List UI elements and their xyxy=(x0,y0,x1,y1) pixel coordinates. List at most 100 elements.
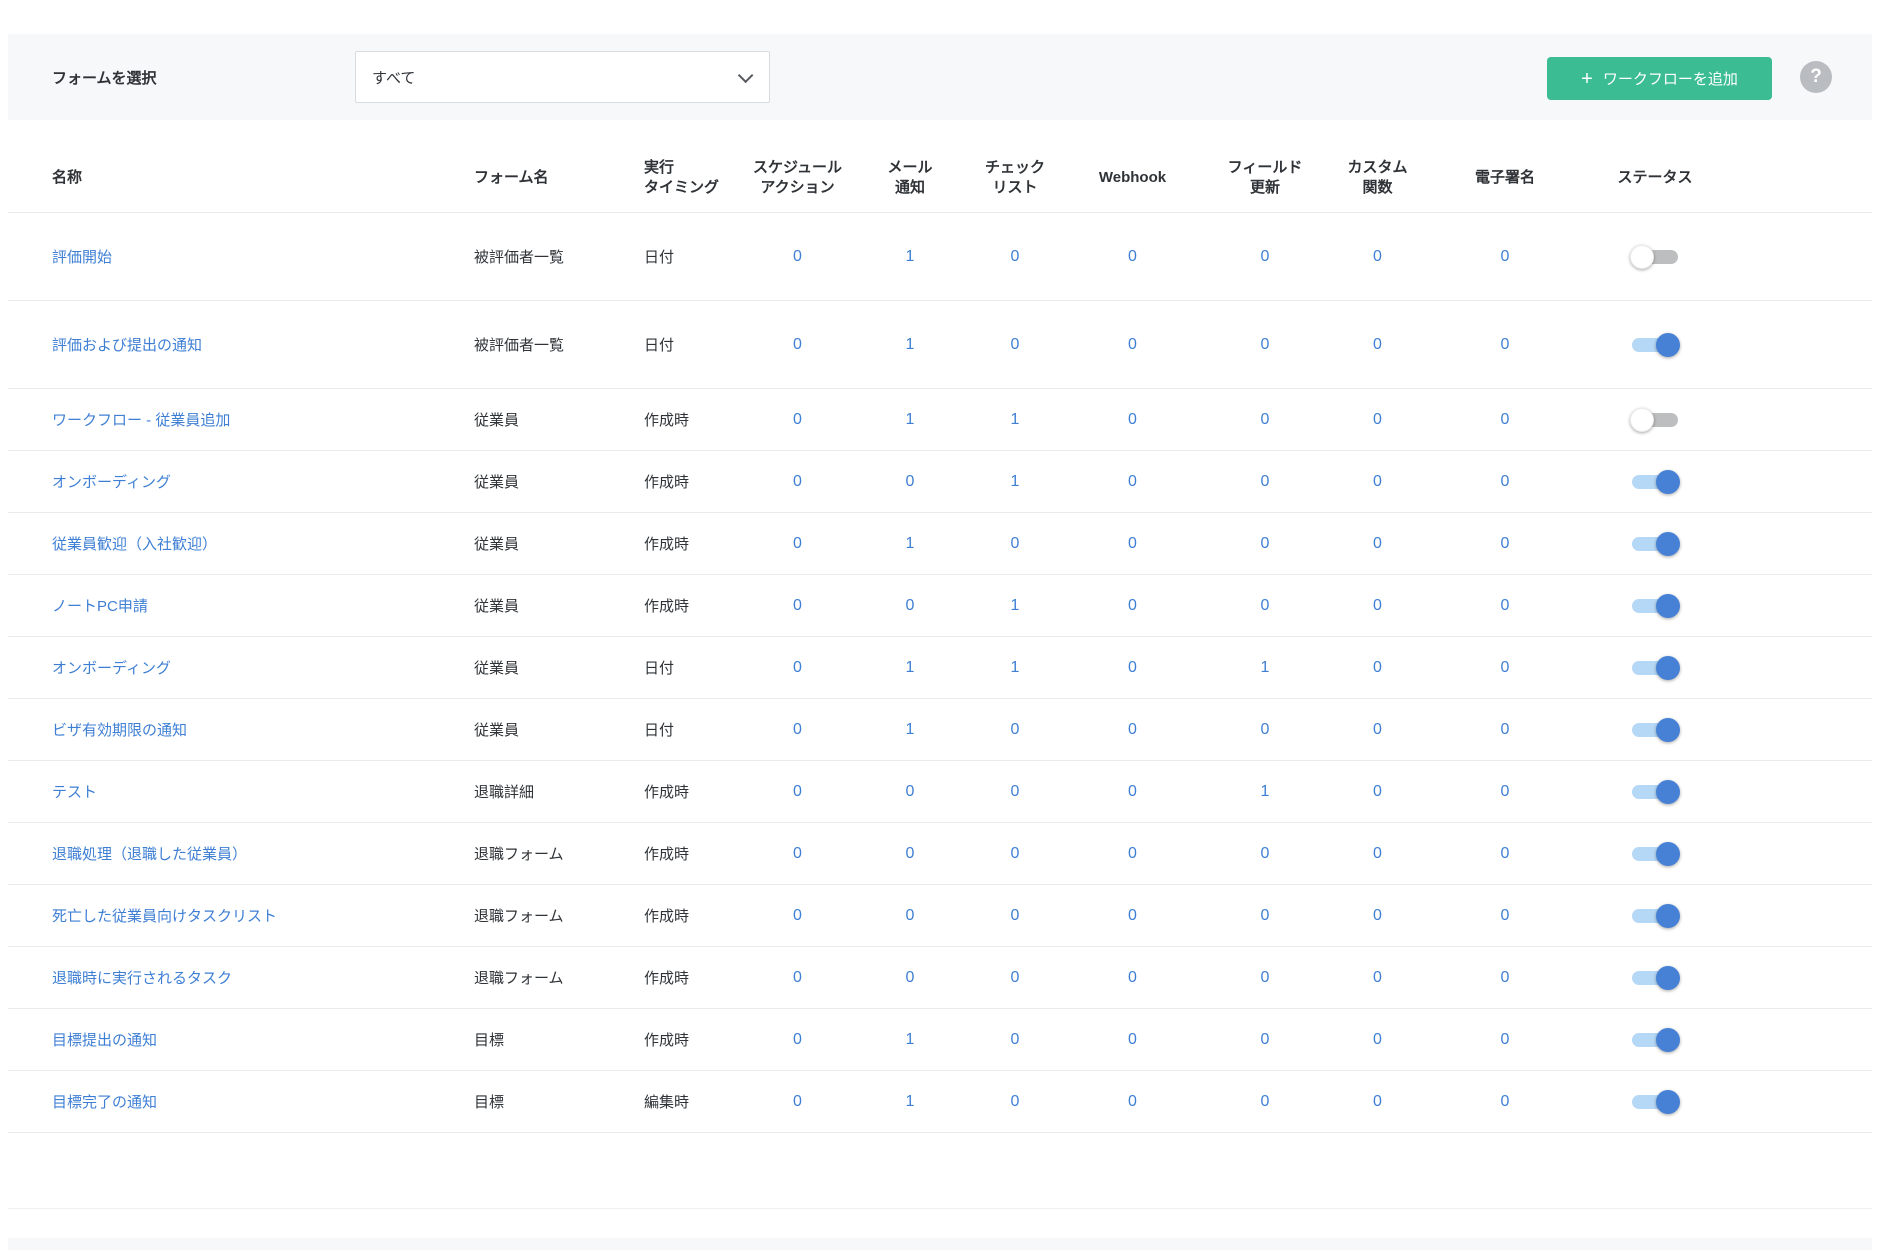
field-update-count[interactable]: 0 xyxy=(1261,248,1270,265)
mail-count[interactable]: 1 xyxy=(906,1093,915,1110)
field-update-count[interactable]: 0 xyxy=(1261,845,1270,862)
help-icon[interactable]: ? xyxy=(1800,61,1832,93)
webhook-count[interactable]: 0 xyxy=(1128,659,1137,676)
schedule-action-count[interactable]: 0 xyxy=(793,1031,802,1048)
status-toggle[interactable] xyxy=(1632,780,1678,804)
checklist-count[interactable]: 0 xyxy=(1011,969,1020,986)
webhook-count[interactable]: 0 xyxy=(1128,411,1137,428)
esign-count[interactable]: 0 xyxy=(1501,535,1510,552)
schedule-action-count[interactable]: 0 xyxy=(793,721,802,738)
mail-count[interactable]: 0 xyxy=(906,845,915,862)
status-toggle[interactable] xyxy=(1632,470,1678,494)
add-workflow-button[interactable]: + ワークフローを追加 xyxy=(1547,57,1772,100)
workflow-name-link[interactable]: ノートPC申請 xyxy=(52,598,148,615)
status-toggle[interactable] xyxy=(1632,594,1678,618)
custom-fn-count[interactable]: 0 xyxy=(1373,535,1382,552)
field-update-count[interactable]: 0 xyxy=(1261,1093,1270,1110)
status-toggle[interactable] xyxy=(1632,718,1678,742)
custom-fn-count[interactable]: 0 xyxy=(1373,248,1382,265)
webhook-count[interactable]: 0 xyxy=(1128,597,1137,614)
custom-fn-count[interactable]: 0 xyxy=(1373,1093,1382,1110)
esign-count[interactable]: 0 xyxy=(1501,969,1510,986)
schedule-action-count[interactable]: 0 xyxy=(793,336,802,353)
webhook-count[interactable]: 0 xyxy=(1128,1031,1137,1048)
webhook-count[interactable]: 0 xyxy=(1128,473,1137,490)
schedule-action-count[interactable]: 0 xyxy=(793,248,802,265)
status-toggle[interactable] xyxy=(1632,1028,1678,1052)
webhook-count[interactable]: 0 xyxy=(1128,907,1137,924)
status-toggle[interactable] xyxy=(1632,904,1678,928)
workflow-name-link[interactable]: 目標完了の通知 xyxy=(52,1094,157,1111)
mail-count[interactable]: 1 xyxy=(906,721,915,738)
status-toggle[interactable] xyxy=(1632,842,1678,866)
schedule-action-count[interactable]: 0 xyxy=(793,473,802,490)
webhook-count[interactable]: 0 xyxy=(1128,248,1137,265)
checklist-count[interactable]: 0 xyxy=(1011,1031,1020,1048)
mail-count[interactable]: 1 xyxy=(906,1031,915,1048)
esign-count[interactable]: 0 xyxy=(1501,845,1510,862)
schedule-action-count[interactable]: 0 xyxy=(793,411,802,428)
field-update-count[interactable]: 1 xyxy=(1261,783,1270,800)
form-select-dropdown[interactable]: すべて xyxy=(355,51,770,103)
workflow-name-link[interactable]: 死亡した従業員向けタスクリスト xyxy=(52,908,277,925)
checklist-count[interactable]: 0 xyxy=(1011,1093,1020,1110)
checklist-count[interactable]: 0 xyxy=(1011,248,1020,265)
esign-count[interactable]: 0 xyxy=(1501,721,1510,738)
custom-fn-count[interactable]: 0 xyxy=(1373,783,1382,800)
mail-count[interactable]: 1 xyxy=(906,411,915,428)
checklist-count[interactable]: 1 xyxy=(1011,597,1020,614)
workflow-name-link[interactable]: 従業員歓迎（入社歓迎） xyxy=(52,536,217,553)
schedule-action-count[interactable]: 0 xyxy=(793,1093,802,1110)
mail-count[interactable]: 0 xyxy=(906,473,915,490)
workflow-name-link[interactable]: オンボーディング xyxy=(52,660,171,677)
mail-count[interactable]: 1 xyxy=(906,535,915,552)
esign-count[interactable]: 0 xyxy=(1501,248,1510,265)
field-update-count[interactable]: 0 xyxy=(1261,336,1270,353)
mail-count[interactable]: 0 xyxy=(906,783,915,800)
checklist-count[interactable]: 0 xyxy=(1011,845,1020,862)
status-toggle[interactable] xyxy=(1632,1090,1678,1114)
mail-count[interactable]: 1 xyxy=(906,659,915,676)
webhook-count[interactable]: 0 xyxy=(1128,783,1137,800)
status-toggle[interactable] xyxy=(1632,966,1678,990)
custom-fn-count[interactable]: 0 xyxy=(1373,473,1382,490)
schedule-action-count[interactable]: 0 xyxy=(793,783,802,800)
webhook-count[interactable]: 0 xyxy=(1128,969,1137,986)
custom-fn-count[interactable]: 0 xyxy=(1373,411,1382,428)
esign-count[interactable]: 0 xyxy=(1501,907,1510,924)
mail-count[interactable]: 0 xyxy=(906,597,915,614)
checklist-count[interactable]: 0 xyxy=(1011,783,1020,800)
workflow-name-link[interactable]: 評価開始 xyxy=(52,249,112,266)
field-update-count[interactable]: 0 xyxy=(1261,473,1270,490)
status-toggle[interactable] xyxy=(1632,656,1678,680)
checklist-count[interactable]: 0 xyxy=(1011,336,1020,353)
checklist-count[interactable]: 1 xyxy=(1011,473,1020,490)
webhook-count[interactable]: 0 xyxy=(1128,721,1137,738)
mail-count[interactable]: 1 xyxy=(906,336,915,353)
workflow-name-link[interactable]: テスト xyxy=(52,784,97,801)
workflow-name-link[interactable]: オンボーディング xyxy=(52,474,171,491)
schedule-action-count[interactable]: 0 xyxy=(793,659,802,676)
schedule-action-count[interactable]: 0 xyxy=(793,969,802,986)
schedule-action-count[interactable]: 0 xyxy=(793,597,802,614)
field-update-count[interactable]: 1 xyxy=(1261,659,1270,676)
esign-count[interactable]: 0 xyxy=(1501,336,1510,353)
workflow-name-link[interactable]: 評価および提出の通知 xyxy=(52,337,202,354)
checklist-count[interactable]: 1 xyxy=(1011,411,1020,428)
workflow-name-link[interactable]: ビザ有効期限の通知 xyxy=(52,722,187,739)
custom-fn-count[interactable]: 0 xyxy=(1373,659,1382,676)
custom-fn-count[interactable]: 0 xyxy=(1373,721,1382,738)
schedule-action-count[interactable]: 0 xyxy=(793,907,802,924)
status-toggle[interactable] xyxy=(1632,333,1678,357)
workflow-name-link[interactable]: 退職時に実行されるタスク xyxy=(52,970,232,987)
field-update-count[interactable]: 0 xyxy=(1261,597,1270,614)
field-update-count[interactable]: 0 xyxy=(1261,535,1270,552)
webhook-count[interactable]: 0 xyxy=(1128,535,1137,552)
field-update-count[interactable]: 0 xyxy=(1261,721,1270,738)
mail-count[interactable]: 0 xyxy=(906,969,915,986)
esign-count[interactable]: 0 xyxy=(1501,783,1510,800)
webhook-count[interactable]: 0 xyxy=(1128,845,1137,862)
esign-count[interactable]: 0 xyxy=(1501,1031,1510,1048)
schedule-action-count[interactable]: 0 xyxy=(793,845,802,862)
checklist-count[interactable]: 1 xyxy=(1011,659,1020,676)
